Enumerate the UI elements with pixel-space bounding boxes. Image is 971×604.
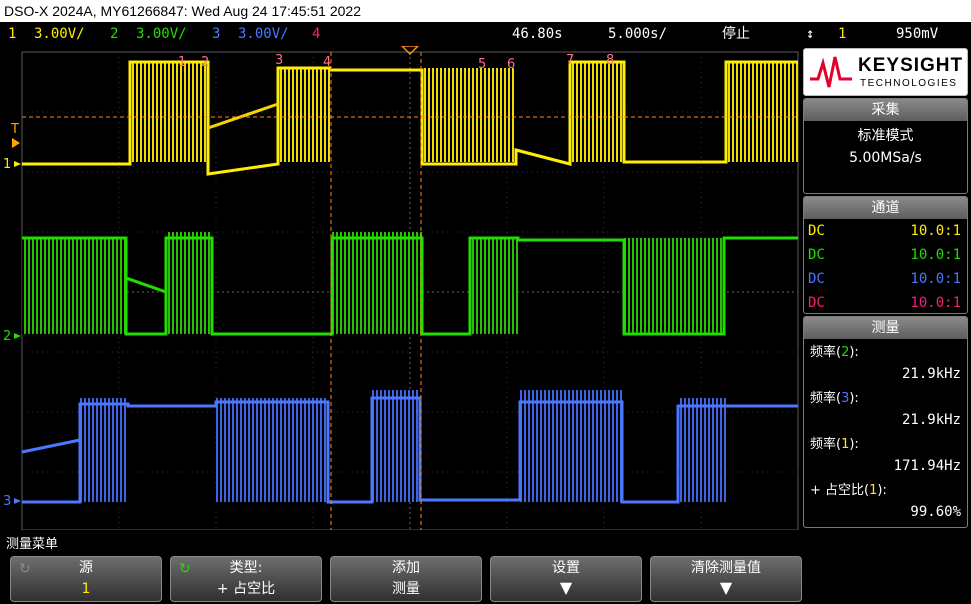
acquire-rate: 5.00MSa/s: [849, 150, 922, 166]
brand-sub: TECHNOLOGIES: [860, 78, 958, 89]
keysight-wave-icon: [810, 56, 852, 88]
ch3-label[interactable]: 3: [212, 22, 220, 46]
channel-coupling: DC: [808, 247, 825, 263]
marker-1: 1: [178, 55, 186, 70]
ch2-ground-marker[interactable]: 2: [3, 329, 11, 344]
channel-probe-ratio: 10.0:1: [910, 295, 961, 311]
marker-4: 4: [323, 55, 331, 70]
softkey-clear-measurements[interactable]: 清除测量值 ▼: [650, 556, 802, 602]
brand-name: KEYSIGHT: [858, 55, 964, 76]
ch3-ground-marker[interactable]: 3: [3, 494, 11, 509]
measurement-label: 频率(3):: [810, 391, 859, 406]
marker-6: 6: [507, 57, 515, 72]
measurement-value: 99.60%: [910, 504, 961, 520]
measure-header: 测量: [804, 317, 967, 339]
softkey-label: 类型:: [229, 560, 263, 576]
marker-3: 3: [275, 53, 283, 68]
softkey-value: 测量: [392, 581, 420, 597]
softkey-label: 源: [79, 560, 93, 576]
ch3-scale[interactable]: 3.00V/: [238, 22, 289, 46]
trigger-level[interactable]: 950mV: [896, 22, 938, 46]
side-panel: KEYSIGHT TECHNOLOGIES 采集 标准模式 5.00MSa/s …: [800, 46, 971, 530]
softkey-label: 设置: [552, 560, 580, 576]
time-position[interactable]: 46.80s: [512, 22, 563, 46]
channels-panel[interactable]: 通道 DC 10.0:1 DC 10.0:1 DC 10.0:1 DC 10.0…: [803, 196, 968, 314]
rotate-knob-icon: ↻: [179, 561, 191, 577]
waveform-display[interactable]: 1 2 3 4 5 6 7 8 T 1 2 3: [0, 46, 800, 530]
softkey-value: 1: [81, 581, 91, 597]
acquire-header: 采集: [804, 99, 967, 121]
channel-row-3[interactable]: DC 10.0:1: [804, 267, 967, 291]
channel-row-4[interactable]: DC 10.0:1: [804, 291, 967, 315]
measurement-value: 21.9kHz: [901, 366, 961, 382]
measurement-value: 171.94Hz: [893, 458, 961, 474]
measurement-item-1[interactable]: 频率(2): 21.9kHz: [804, 343, 967, 385]
measurement-label: 频率(2):: [810, 345, 859, 360]
measurement-label: + 占空比(1):: [810, 483, 887, 498]
acquire-panel[interactable]: 采集 标准模式 5.00MSa/s: [803, 98, 968, 194]
channel-row-2[interactable]: DC 10.0:1: [804, 243, 967, 267]
time-scale[interactable]: 5.000s/: [608, 22, 667, 46]
channels-header: 通道: [804, 197, 967, 219]
rotate-knob-icon: ↻: [19, 561, 31, 577]
softkey-value: + 占空比: [216, 581, 276, 597]
softkey-settings[interactable]: 设置 ▼: [490, 556, 642, 602]
ch1-ground-marker[interactable]: 1: [3, 157, 11, 172]
status-bar: 1 3.00V/ 2 3.00V/ 3 3.00V/ 4 46.80s 5.00…: [0, 22, 971, 46]
ch2-label[interactable]: 2: [110, 22, 118, 46]
marker-5: 5: [478, 57, 486, 72]
measurement-item-2[interactable]: 频率(3): 21.9kHz: [804, 389, 967, 431]
softkey-add-measurement[interactable]: 添加 测量: [330, 556, 482, 602]
measurement-label: 频率(1):: [810, 437, 859, 452]
channel-row-1[interactable]: DC 10.0:1: [804, 219, 967, 243]
menu-title: 测量菜单: [6, 537, 59, 552]
run-state[interactable]: 停止: [722, 22, 750, 46]
measure-panel[interactable]: 测量 频率(2): 21.9kHz 频率(3): 21.9kHz 频率(1): …: [803, 316, 968, 528]
measurement-value: 21.9kHz: [901, 412, 961, 428]
channel-coupling: DC: [808, 271, 825, 287]
softkey-label: 清除测量值: [691, 560, 761, 576]
channel-probe-ratio: 10.0:1: [910, 223, 961, 239]
channel-coupling: DC: [808, 223, 825, 239]
acquire-mode: 标准模式: [857, 128, 914, 144]
trigger-source[interactable]: 1: [838, 22, 846, 46]
softkey-type[interactable]: ↻ 类型: + 占空比: [170, 556, 322, 602]
channel-probe-ratio: 10.0:1: [910, 247, 961, 263]
ch4-label[interactable]: 4: [312, 22, 320, 46]
chevron-down-icon: ▼: [559, 578, 573, 597]
ch2-scale[interactable]: 3.00V/: [136, 22, 187, 46]
measurement-item-3[interactable]: 频率(1): 171.94Hz: [804, 435, 967, 477]
channel-coupling: DC: [808, 295, 825, 311]
marker-7: 7: [566, 53, 574, 68]
trigger-edge-icon: ↕: [806, 26, 815, 42]
softkey-source[interactable]: ↻ 源 1: [10, 556, 162, 602]
channel-probe-ratio: 10.0:1: [910, 271, 961, 287]
marker-8: 8: [606, 53, 614, 68]
marker-2: 2: [201, 55, 209, 70]
brand-logo: KEYSIGHT TECHNOLOGIES: [803, 48, 968, 96]
measurement-item-4[interactable]: + 占空比(1): 99.60%: [804, 481, 967, 523]
ch1-scale[interactable]: 3.00V/: [34, 22, 85, 46]
window-title: DSO-X 2024A, MY61266847: Wed Aug 24 17:4…: [0, 0, 971, 22]
softkey-label: 添加: [392, 560, 420, 576]
ch1-label[interactable]: 1: [8, 22, 16, 46]
trigger-level-marker[interactable]: T: [10, 122, 19, 137]
chevron-down-icon: ▼: [719, 578, 733, 597]
